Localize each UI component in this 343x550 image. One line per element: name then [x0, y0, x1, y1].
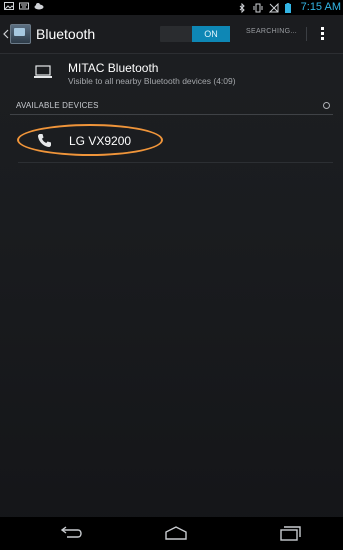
available-devices-header: AVAILABLE DEVICES [0, 98, 343, 115]
no-signal-icon [268, 2, 279, 13]
overflow-menu-icon[interactable] [318, 27, 326, 43]
navigation-bar [0, 517, 343, 550]
settings-app-icon[interactable] [10, 24, 31, 44]
section-title: AVAILABLE DEVICES [16, 101, 99, 110]
searching-button[interactable]: SEARCHING... [246, 28, 297, 35]
battery-icon [284, 2, 295, 13]
toggle-on-label: ON [192, 26, 230, 42]
cloud-icon [34, 1, 44, 11]
up-caret-icon[interactable] [2, 26, 10, 42]
keyboard-icon [19, 1, 29, 11]
visibility-status: Visible to all nearby Bluetooth devices … [68, 76, 236, 86]
bluetooth-icon [237, 2, 247, 13]
bluetooth-settings-screen: 7:15 AM Bluetooth ON SEARCHING... MITAC … [0, 0, 343, 550]
row-divider [18, 162, 333, 163]
clock: 7:15 AM [300, 1, 341, 13]
picture-icon [4, 1, 14, 11]
page-title: Bluetooth [36, 26, 96, 42]
progress-spinner-icon [323, 102, 330, 109]
highlight-annotation [17, 124, 163, 156]
bluetooth-toggle[interactable]: ON [160, 26, 230, 42]
vibrate-icon [253, 3, 263, 13]
action-bar: Bluetooth ON SEARCHING... [0, 15, 343, 54]
home-icon[interactable] [163, 524, 189, 542]
recent-apps-icon[interactable] [277, 524, 303, 542]
own-device-name: MITAC Bluetooth [68, 61, 159, 75]
back-icon[interactable] [57, 524, 83, 542]
divider [306, 27, 307, 41]
laptop-icon [33, 65, 53, 79]
section-divider [10, 114, 333, 115]
status-bar: 7:15 AM [0, 0, 343, 15]
own-device-row[interactable]: MITAC Bluetooth Visible to all nearby Bl… [0, 54, 343, 94]
